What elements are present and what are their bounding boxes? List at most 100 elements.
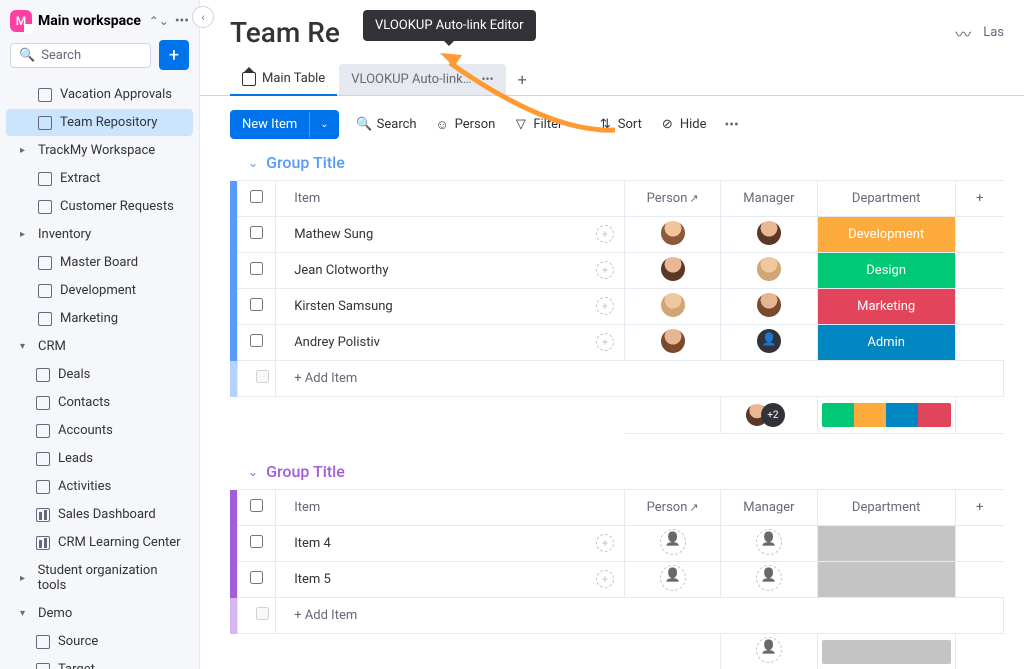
group-header[interactable]: ⌄ Group Title	[230, 462, 1004, 481]
sidebar-item-vacation-approvals[interactable]: Vacation Approvals	[6, 81, 193, 108]
sidebar-item-master-board[interactable]: Master Board	[6, 249, 193, 276]
manager-summary[interactable]: +2	[721, 397, 817, 434]
tab-menu-icon[interactable]: •••	[481, 72, 493, 86]
avatar[interactable]	[660, 256, 686, 282]
manager-cell[interactable]	[721, 325, 817, 361]
manager-cell[interactable]	[721, 217, 817, 253]
select-all-checkbox[interactable]	[237, 490, 275, 526]
person-cell[interactable]	[625, 526, 721, 562]
column-header-person[interactable]: Person↗	[625, 490, 721, 526]
manager-cell[interactable]	[721, 289, 817, 325]
person-cell[interactable]	[625, 562, 721, 598]
add-button[interactable]: +	[159, 40, 189, 70]
workspace-switcher-icon[interactable]: ⌃⌄	[149, 14, 169, 28]
person-cell[interactable]	[625, 253, 721, 289]
person-cell[interactable]	[625, 325, 721, 361]
conversation-icon[interactable]: +	[596, 534, 614, 552]
department-cell[interactable]: Development	[817, 217, 955, 253]
person-cell[interactable]	[625, 217, 721, 253]
sidebar-item-deals[interactable]: Deals	[6, 361, 193, 388]
sidebar-item-student-organization-tools[interactable]: ▸Student organization tools	[6, 557, 193, 599]
row-checkbox[interactable]	[237, 253, 275, 289]
sidebar-item-target[interactable]: Target	[6, 656, 193, 669]
column-header-item[interactable]: Item	[276, 490, 625, 526]
column-header-manager[interactable]: Manager	[721, 490, 817, 526]
sidebar-item-extract[interactable]: Extract	[6, 165, 193, 192]
item-name-cell[interactable]: Jean Clotworthy+	[276, 253, 625, 289]
add-column-button[interactable]: +	[955, 490, 1003, 526]
add-item-button[interactable]: + Add Item	[276, 361, 1004, 397]
person-filter-button[interactable]: ☺Person	[435, 117, 496, 132]
manager-cell[interactable]	[721, 253, 817, 289]
manager-cell[interactable]	[721, 526, 817, 562]
sidebar-item-inventory[interactable]: ▸Inventory	[6, 221, 193, 248]
workspace-header[interactable]: M Main workspace ⌃⌄ •••	[0, 0, 199, 40]
conversation-icon[interactable]: +	[596, 570, 614, 588]
conversation-icon[interactable]: +	[596, 333, 614, 351]
add-column-button[interactable]: +	[955, 181, 1003, 217]
select-all-checkbox[interactable]	[237, 181, 275, 217]
collapse-sidebar-button[interactable]: ‹	[192, 6, 214, 28]
conversation-icon[interactable]: +	[596, 261, 614, 279]
new-item-button[interactable]: New Item ⌄	[230, 110, 339, 139]
item-name-cell[interactable]: Kirsten Samsung+	[276, 289, 625, 325]
row-checkbox[interactable]	[237, 526, 275, 562]
column-header-person[interactable]: Person↗	[625, 181, 721, 217]
workspace-menu-icon[interactable]: •••	[175, 13, 189, 29]
item-name-cell[interactable]: Andrey Polistiv+	[276, 325, 625, 361]
sidebar-item-source[interactable]: Source	[6, 628, 193, 655]
avatar[interactable]	[756, 292, 782, 318]
table-row[interactable]: Mathew Sung+Development	[230, 217, 1004, 253]
sidebar-item-contacts[interactable]: Contacts	[6, 389, 193, 416]
tab-main-table[interactable]: Main Table	[230, 63, 337, 96]
manager-summary[interactable]	[721, 634, 817, 669]
department-cell[interactable]	[817, 526, 955, 562]
add-tab-button[interactable]: +	[508, 70, 537, 89]
department-cell[interactable]	[817, 562, 955, 598]
item-name-cell[interactable]: Item 4+	[276, 526, 625, 562]
hide-button[interactable]: ⊘Hide	[660, 117, 707, 132]
tab-vlookup-editor[interactable]: VLOOKUP Auto-link… •••	[339, 64, 505, 95]
row-checkbox[interactable]	[237, 325, 275, 361]
sidebar-item-customer-requests[interactable]: Customer Requests	[6, 193, 193, 220]
group-title[interactable]: Group Title	[266, 462, 345, 481]
sidebar-item-development[interactable]: Development	[6, 277, 193, 304]
sidebar-item-marketing[interactable]: Marketing	[6, 305, 193, 332]
table-row[interactable]: Andrey Polistiv+ Admin	[230, 325, 1004, 361]
search-input[interactable]: 🔍 Search	[10, 43, 151, 68]
department-cell[interactable]: Design	[817, 253, 955, 289]
avatar-placeholder[interactable]	[756, 529, 782, 555]
person-cell[interactable]	[625, 289, 721, 325]
sidebar-item-leads[interactable]: Leads	[6, 445, 193, 472]
filter-button[interactable]: ▽Filter⌄	[513, 117, 579, 132]
sidebar-item-crm[interactable]: ▾CRM	[6, 333, 193, 360]
sidebar-item-crm-learning-center[interactable]: CRM Learning Center	[6, 529, 193, 556]
column-header-department[interactable]: Department	[817, 181, 955, 217]
sidebar-item-activities[interactable]: Activities	[6, 473, 193, 500]
sidebar-item-demo[interactable]: ▾Demo	[6, 600, 193, 627]
manager-cell[interactable]	[721, 562, 817, 598]
column-header-item[interactable]: Item	[276, 181, 625, 217]
row-checkbox[interactable]	[237, 289, 275, 325]
avatar[interactable]	[660, 328, 686, 354]
row-checkbox[interactable]	[237, 562, 275, 598]
avatar[interactable]	[756, 220, 782, 246]
table-row[interactable]: Item 5+	[230, 562, 1004, 598]
avatar-placeholder[interactable]	[660, 529, 686, 555]
toolbar-more-icon[interactable]: •••	[725, 117, 739, 133]
department-cell[interactable]: Admin	[817, 325, 955, 361]
table-row[interactable]: Jean Clotworthy+ Design	[230, 253, 1004, 289]
sidebar-item-sales-dashboard[interactable]: Sales Dashboard	[6, 501, 193, 528]
table-row[interactable]: Item 4+	[230, 526, 1004, 562]
avatar[interactable]	[756, 256, 782, 282]
item-name-cell[interactable]: Item 5+	[276, 562, 625, 598]
table-row[interactable]: Kirsten Samsung+Marketing	[230, 289, 1004, 325]
avatar[interactable]	[756, 328, 782, 354]
activity-icon[interactable]: 〰	[955, 21, 971, 45]
column-header-department[interactable]: Department	[817, 490, 955, 526]
avatar[interactable]	[660, 292, 686, 318]
search-button[interactable]: 🔍Search	[357, 117, 417, 132]
sidebar-item-team-repository[interactable]: Team Repository	[6, 109, 193, 136]
row-checkbox[interactable]	[237, 217, 275, 253]
sort-button[interactable]: ⇅Sort	[598, 117, 642, 132]
